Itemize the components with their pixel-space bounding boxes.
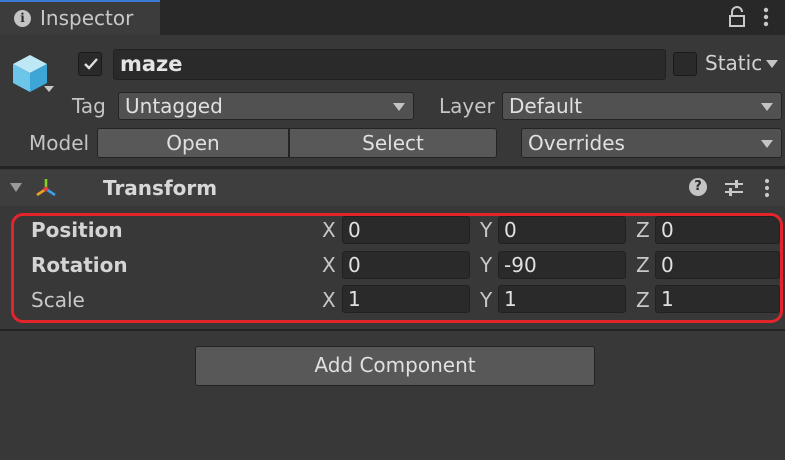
checkmark-icon [84,58,98,70]
presets-sliders-icon[interactable] [723,178,745,198]
inspector-tab[interactable]: i Inspector [0,0,160,35]
tag-dropdown[interactable]: Untagged [118,92,414,120]
overrides-dropdown[interactable]: Overrides [521,128,782,158]
add-component-button[interactable]: Add Component [195,346,595,386]
model-open-button[interactable]: Open [97,128,289,158]
chevron-down-icon [761,140,773,148]
info-icon: i [14,10,31,27]
tab-label: Inspector [40,6,134,30]
chevron-down-icon [761,103,773,111]
foldout-arrow-icon[interactable] [10,183,22,192]
overrides-label: Overrides [528,131,625,155]
static-dropdown-caret-icon[interactable] [766,60,778,68]
lock-icon[interactable] [728,6,746,28]
separator [0,166,785,169]
tag-value: Untagged [125,94,223,118]
help-icon[interactable]: ? [689,178,707,196]
model-label: Model [29,131,90,155]
layer-label: Layer [439,94,495,118]
static-checkbox[interactable] [673,52,697,76]
prefab-cube-icon[interactable] [8,50,58,98]
tag-label: Tag [72,94,106,118]
separator [0,329,785,331]
transform-icon [36,179,56,197]
static-label: Static [705,51,763,75]
model-select-button[interactable]: Select [289,128,497,158]
transform-title: Transform [103,176,218,200]
layer-value: Default [509,94,583,118]
chevron-down-icon [393,103,405,111]
active-checkbox[interactable] [78,52,102,76]
more-options-icon[interactable] [760,6,772,28]
layer-dropdown[interactable]: Default [502,92,782,120]
component-menu-icon[interactable] [761,178,773,198]
object-name-field[interactable]: maze [113,49,666,80]
highlight-annotation [11,213,783,323]
